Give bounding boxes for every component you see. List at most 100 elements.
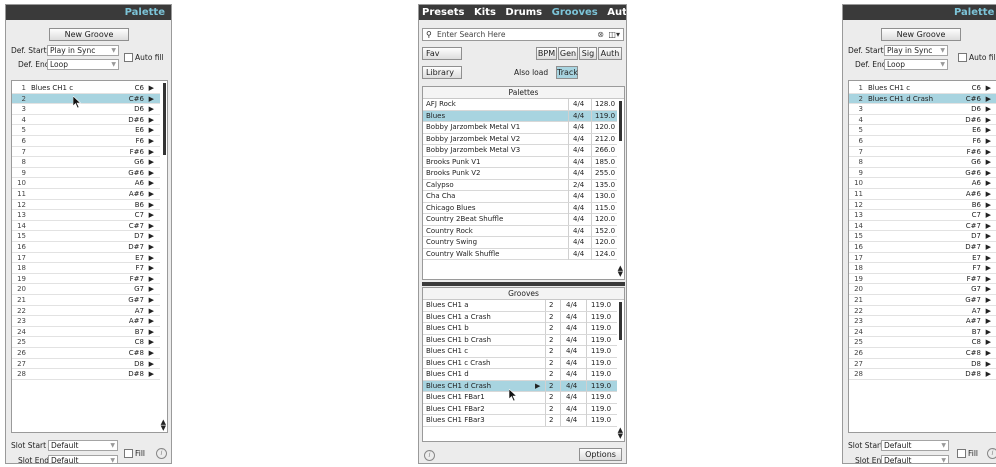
play-icon[interactable]: ▶ [149, 168, 154, 178]
slot-start-dropdown[interactable]: Default ▼ [48, 440, 118, 451]
slot-row[interactable]: 25 C8 ▶ [12, 337, 160, 348]
slot-row[interactable]: 11 A#6 ▶ [12, 189, 160, 200]
slot-row[interactable]: 17 E7 ▶ [849, 253, 996, 264]
groove-row[interactable]: Blues CH1 FBar1 2 4/4 119.0 [423, 392, 617, 404]
auto-fill-checkbox[interactable] [124, 53, 133, 62]
slot-row[interactable]: 13 C7 ▶ [12, 210, 160, 221]
palette-row[interactable]: Cha Cha 4/4 130.0 [423, 191, 617, 203]
track-toggle[interactable]: Track [556, 66, 578, 79]
play-icon[interactable]: ▶ [986, 221, 991, 231]
slot-row[interactable]: 2 Blues CH1 d Crash C#6 ▶ [849, 93, 996, 105]
play-icon[interactable]: ▶ [986, 274, 991, 284]
auto-fill-checkbox[interactable] [958, 53, 967, 62]
clear-search-icon[interactable]: ⊗ [597, 29, 604, 40]
play-icon[interactable]: ▶ [986, 147, 991, 157]
groove-row[interactable]: Blues CH1 a 2 4/4 119.0 [423, 300, 617, 312]
play-icon[interactable]: ▶ [149, 263, 154, 273]
play-icon[interactable]: ▶ [986, 295, 991, 305]
slot-row[interactable]: 10 A6 ▶ [12, 178, 160, 189]
slot-row[interactable]: 28 D#8 ▶ [849, 369, 996, 380]
play-icon[interactable]: ▶ [986, 104, 991, 114]
palette-row[interactable]: AFJ Rock 4/4 128.0 [423, 99, 617, 111]
tab-grooves[interactable]: Grooves [552, 7, 598, 18]
palettes-scrollbar[interactable] [619, 101, 622, 141]
slot-end-dropdown[interactable]: Default ▼ [48, 455, 118, 463]
play-icon[interactable]: ▶ [149, 115, 154, 125]
play-icon[interactable]: ▶ [149, 231, 154, 241]
def-start-dropdown[interactable]: Play in Sync ▼ [47, 45, 119, 56]
slot-list-scrollbar[interactable] [163, 83, 166, 155]
slot-row[interactable]: 26 C#8 ▶ [849, 348, 996, 359]
palette-row[interactable]: Country Walk Shuffle 4/4 124.0 [423, 248, 617, 260]
groove-row[interactable]: Blues CH1 c Crash 2 4/4 119.0 [423, 357, 617, 369]
slot-row[interactable]: 8 G6 ▶ [12, 157, 160, 168]
play-icon[interactable]: ▶ [149, 348, 154, 358]
slot-row[interactable]: 24 B7 ▶ [849, 327, 996, 338]
slot-row[interactable]: 9 G#6 ▶ [849, 168, 996, 179]
play-icon[interactable]: ▶ [149, 125, 154, 135]
play-icon[interactable]: ▶ [986, 94, 991, 104]
slot-row[interactable]: 20 G7 ▶ [12, 284, 160, 295]
tab-kits[interactable]: Kits [474, 7, 496, 18]
slot-row[interactable]: 21 G#7 ▶ [849, 295, 996, 306]
play-icon[interactable]: ▶ [986, 136, 991, 146]
slot-row[interactable]: 18 F7 ▶ [12, 263, 160, 274]
groove-row[interactable]: Blues CH1 d Crash 2 4/4 119.0 ▶ [423, 380, 617, 392]
play-icon[interactable]: ▶ [149, 94, 154, 104]
groove-row[interactable]: Blues CH1 b 2 4/4 119.0 [423, 323, 617, 335]
play-icon[interactable]: ▶ [986, 306, 991, 316]
slot-row[interactable]: 7 F#6 ▶ [12, 147, 160, 158]
slot-row[interactable]: 21 G#7 ▶ [12, 295, 160, 306]
play-icon[interactable]: ▶ [149, 306, 154, 316]
play-icon[interactable]: ▶ [149, 104, 154, 114]
slot-row[interactable]: 19 F#7 ▶ [12, 274, 160, 285]
play-icon[interactable]: ▶ [986, 359, 991, 369]
play-icon[interactable]: ▶ [149, 369, 154, 379]
bpm-button[interactable]: BPM [536, 47, 557, 60]
play-icon[interactable]: ▶ [149, 83, 154, 93]
library-button[interactable]: Library [422, 66, 462, 79]
palette-row[interactable]: Bobby Jarzombek Metal V2 4/4 212.0 [423, 133, 617, 145]
play-icon[interactable]: ▶ [986, 200, 991, 210]
new-groove-button[interactable]: New Groove [881, 28, 961, 41]
play-icon[interactable]: ▶ [986, 157, 991, 167]
slot-row[interactable]: 14 C#7 ▶ [849, 221, 996, 232]
play-icon[interactable]: ▶ [149, 274, 154, 284]
slot-row[interactable]: 10 A6 ▶ [849, 178, 996, 189]
slot-row[interactable]: 2 C#6 ▶ [12, 93, 160, 105]
slot-row[interactable]: 4 D#6 ▶ [849, 115, 996, 126]
play-icon[interactable]: ▶ [986, 231, 991, 241]
slot-row[interactable]: 6 F6 ▶ [849, 136, 996, 147]
slot-row[interactable]: 15 D7 ▶ [12, 231, 160, 242]
palette-row[interactable]: Brooks Punk V1 4/4 185.0 [423, 156, 617, 168]
play-icon[interactable]: ▶ [535, 381, 540, 392]
palette-row[interactable]: Country Rock 4/4 152.0 [423, 225, 617, 237]
slot-row[interactable]: 6 F6 ▶ [12, 136, 160, 147]
play-icon[interactable]: ▶ [149, 136, 154, 146]
slot-row[interactable]: 14 C#7 ▶ [12, 221, 160, 232]
slot-row[interactable]: 23 A#7 ▶ [12, 316, 160, 327]
slot-row[interactable]: 1 Blues CH1 c C6 ▶ [12, 83, 160, 94]
slot-row[interactable]: 9 G#6 ▶ [12, 168, 160, 179]
slot-row[interactable]: 16 D#7 ▶ [12, 242, 160, 253]
slot-row[interactable]: 5 E6 ▶ [849, 125, 996, 136]
slot-row[interactable]: 7 F#6 ▶ [849, 147, 996, 158]
play-icon[interactable]: ▶ [986, 125, 991, 135]
slot-end-dropdown[interactable]: Default ▼ [881, 455, 949, 463]
info-icon[interactable]: i [424, 450, 435, 461]
tab-presets[interactable]: Presets [422, 7, 465, 18]
slot-row[interactable]: 25 C8 ▶ [849, 337, 996, 348]
search-box[interactable]: ⚲ Enter Search Here ⊗ ◫▾ [422, 28, 624, 41]
tab-auto[interactable]: Auto [607, 7, 626, 18]
info-icon[interactable]: i [156, 448, 167, 459]
slot-row[interactable]: 17 E7 ▶ [12, 253, 160, 264]
slot-row[interactable]: 13 C7 ▶ [849, 210, 996, 221]
def-end-dropdown[interactable]: Loop ▼ [884, 59, 948, 70]
groove-row[interactable]: Blues CH1 b Crash 2 4/4 119.0 [423, 334, 617, 346]
scroll-updown-icon[interactable]: ▲ ▼ [618, 265, 623, 278]
slot-row[interactable]: 22 A7 ▶ [12, 306, 160, 317]
play-icon[interactable]: ▶ [986, 178, 991, 188]
palette-row[interactable]: Country 2Beat Shuffle 4/4 120.0 [423, 214, 617, 226]
play-icon[interactable]: ▶ [149, 327, 154, 337]
play-icon[interactable]: ▶ [986, 189, 991, 199]
